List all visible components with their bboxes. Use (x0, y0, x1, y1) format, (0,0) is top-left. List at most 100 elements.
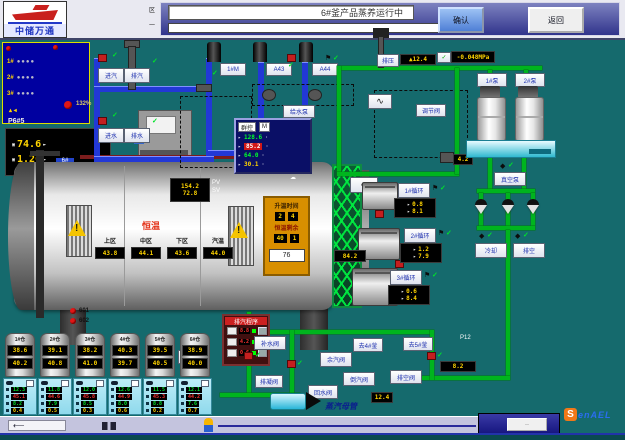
pump-label[interactable]: 给水泵 (283, 105, 315, 118)
drain-line-valve[interactable] (244, 352, 253, 360)
handset-icon (111, 381, 118, 385)
silo-value: 0.4 (11, 408, 24, 414)
silo[interactable]: 1#仓 38.6 40.2 (5, 333, 35, 377)
fan-valve[interactable] (375, 210, 384, 218)
vacuum-pump-label[interactable]: 1#泵 (477, 73, 507, 87)
silo-status-panel: 12.0 45.8 8.5 0.3 (73, 378, 107, 415)
hmi-screen: 中储万通 AAC637 区 一 6#釜产品蒸养运行中 确认 返回 1# ●●●●… (0, 0, 625, 440)
trend-mini-box[interactable]: ∿ (368, 94, 392, 109)
logo-text: 中储万通 (4, 24, 66, 37)
fan-status-check: ✓ (440, 185, 446, 192)
silo-value: 0.3 (81, 408, 94, 414)
temp-station: 上区 43.8 (96, 236, 124, 259)
silo-value: 7.9 (46, 401, 59, 407)
outlet-label[interactable]: 冷却 (475, 243, 507, 258)
condensate-tank (270, 393, 306, 410)
confirm-button[interactable]: 确认 (438, 7, 484, 33)
silo-value: 11.8 (46, 387, 62, 393)
silo[interactable]: 3#仓 38.2 41.0 (75, 333, 105, 377)
door-lamp-row: 601 (70, 306, 89, 316)
motorized-valve[interactable] (526, 199, 540, 215)
valve-status-check: ✓ (255, 352, 261, 359)
door-lamp-dot (70, 308, 76, 314)
bottom-valve-label[interactable]: 去4#釜 (353, 338, 383, 352)
steam-main-text: 蒸汽母管 (325, 401, 357, 412)
gauge-text: 132% (76, 101, 91, 107)
valve-label[interactable]: 进水 (98, 128, 124, 143)
silo-status-panel: 11.5 45.3 8.8 0.2 (143, 378, 177, 415)
valve-flag-icon: ◆ (479, 233, 484, 240)
bottom-valve-label[interactable]: 余汽阀 (320, 352, 352, 367)
cylinder-label[interactable]: 1#M (220, 63, 246, 76)
silo-alarm-value: 44.2 (186, 394, 202, 400)
silo-value: 0.7 (186, 408, 199, 414)
bottom-valve-label[interactable]: 排空阀 (390, 370, 422, 384)
bottom-valve-label[interactable]: 倒汽阀 (343, 372, 375, 386)
circulation-fan[interactable] (362, 182, 398, 210)
bottom-valve-label[interactable]: 排凝阀 (255, 375, 283, 388)
silo-value: 8.5 (81, 401, 94, 407)
valve-label[interactable]: 排汽 (124, 68, 150, 83)
silo-display-2: 39.7 (112, 358, 138, 369)
cylinder-label[interactable]: A44 (312, 63, 338, 76)
silo-value: 12.6 (116, 387, 132, 393)
handset-icon (76, 381, 83, 385)
silo-cell: 2#仓 39.1 40.8 11.8 44.6 7.9 0.5 (38, 333, 72, 415)
line-valve[interactable] (440, 152, 454, 163)
vacuum-group-label[interactable]: 真空泵 (494, 172, 526, 186)
pressure-label[interactable]: 排压 (377, 54, 399, 67)
pump-icon[interactable] (262, 89, 276, 101)
steam-cloud-icon: ☁ (290, 174, 296, 181)
drain-line-valve[interactable] (287, 360, 296, 368)
line-tag: 12.4 (371, 392, 393, 403)
valve-label[interactable]: 进汽 (98, 68, 124, 83)
mini-box (26, 380, 34, 387)
fan-label[interactable]: 1#循环 (398, 183, 430, 198)
silo-status-panel: 11.8 44.6 7.9 0.5 (38, 378, 72, 415)
back-nav-button[interactable]: ⟵ (8, 420, 66, 431)
company-logo: 中储万通 (3, 1, 67, 38)
scroll-button[interactable]: ·· (507, 418, 547, 431)
vacuum-pump-label[interactable]: 2#泵 (515, 73, 545, 87)
maroon-value: 4.2 (239, 339, 250, 345)
silo-label: 2#仓 (50, 336, 61, 343)
back-button[interactable]: 返回 (528, 7, 584, 33)
motorized-valve[interactable] (474, 199, 488, 215)
silo-cell: 4#仓 40.3 39.7 12.6 44.9 8.0 0.6 (108, 333, 142, 415)
cart-overview-panel[interactable]: 1# ●●●● 2# ●●●● 3# ●●●● ▴ ◂ (2, 42, 90, 124)
silo-alarm-value: 45.3 (151, 394, 167, 400)
inlet-valve[interactable] (98, 54, 107, 62)
scroll-widget[interactable]: ·· (478, 413, 560, 435)
mini-box (131, 380, 139, 387)
pump-icon[interactable] (308, 89, 322, 101)
valve-flag-icon: ⚑ (325, 55, 331, 62)
silo-display-1: 39.1 (42, 345, 68, 356)
drain-valve[interactable] (98, 117, 107, 125)
pump-status-check: ✓ (508, 162, 514, 169)
bottom-valve-label[interactable]: 补水阀 (254, 336, 286, 350)
valve-label[interactable]: 排水 (124, 128, 150, 143)
handset-icon (6, 381, 13, 385)
outlet-label[interactable]: 排空 (513, 243, 545, 258)
fan-label[interactable]: 3#循环 (390, 270, 422, 285)
group-control-panel[interactable]: 群控 M ▸128.6· ▸85.2· ▸64.0· ▸30.1· (234, 118, 312, 174)
silo[interactable]: 5#仓 39.5 40.5 (145, 333, 175, 377)
fan-label[interactable]: 2#循环 (404, 228, 436, 243)
slider-line[interactable] (218, 425, 476, 427)
silo[interactable]: 2#仓 39.1 40.8 (40, 333, 70, 377)
ctrl-value: 64.0 (244, 152, 258, 159)
silo-value: 7.6 (186, 401, 199, 407)
drain-line-valve[interactable] (427, 352, 436, 360)
station-value: 44.1 (131, 247, 161, 259)
motorized-valve[interactable] (501, 199, 515, 215)
mini-box (201, 380, 209, 387)
manual-valve-handle[interactable] (196, 84, 212, 92)
fan-flag-icon: ⚑ (424, 272, 430, 279)
feed-valve[interactable] (287, 54, 296, 62)
silo[interactable]: 4#仓 40.3 39.7 (110, 333, 140, 377)
message-field[interactable]: 6#釜产品蒸养运行中 (168, 5, 414, 20)
station-value: 44.0 (203, 247, 233, 259)
silo[interactable]: 6#仓 38.9 40.0 (180, 333, 210, 377)
panel-button[interactable]: 76 (269, 249, 305, 262)
bottom-valve-label[interactable]: 去5#釜 (403, 337, 433, 351)
